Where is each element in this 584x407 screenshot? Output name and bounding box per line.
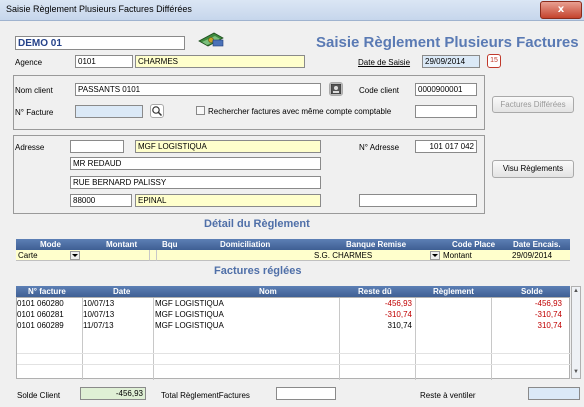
row-nom: MGF LOGISTIQUA: [155, 299, 224, 308]
row-reste: 310,74: [387, 321, 412, 330]
factures-col-nom[interactable]: Nom: [259, 287, 277, 296]
row-date: 10/07/13: [83, 310, 115, 319]
adresse-extra-field[interactable]: [359, 194, 477, 207]
adresse-name-field[interactable]: MGF LOGISTIQUA: [135, 140, 321, 153]
window-title: Saisie Règlement Plusieurs Factures Diff…: [6, 4, 192, 14]
agence-name-field[interactable]: CHARMES: [135, 55, 305, 68]
solde-client-field: -456,93: [80, 387, 146, 400]
payment-icon: [196, 31, 226, 49]
row-solde: -310,74: [534, 310, 562, 319]
detail-col-date-encais[interactable]: Date Encais.: [513, 240, 561, 249]
detail-col-bqu[interactable]: Bqu: [162, 240, 178, 249]
agence-label: Agence: [15, 58, 43, 67]
company-code-field[interactable]: DEMO 01: [15, 36, 185, 50]
adresse-line2-field[interactable]: RUE BERNARD PALISSY: [70, 176, 321, 189]
table-row[interactable]: 0101 060281 10/07/13 MGF LOGISTIQUA -310…: [16, 310, 570, 320]
chevron-down-icon: [72, 254, 78, 257]
code-client-label: Code client: [359, 86, 400, 95]
date-saisie-label: Date de Saisie: [358, 58, 411, 67]
page-title: Saisie Règlement Plusieurs Factures: [316, 34, 579, 51]
facture-field[interactable]: [75, 105, 143, 118]
search-icon: [152, 106, 163, 117]
date-saisie-field[interactable]: 29/09/2014: [422, 55, 480, 68]
table-scrollbar[interactable]: ▲ ▼: [571, 286, 581, 379]
adresse-numero-label: N° Adresse: [359, 143, 400, 152]
detail-col-code-place[interactable]: Code Place: [452, 240, 495, 249]
row-nom: MGF LOGISTIQUA: [155, 321, 224, 330]
factures-col-date[interactable]: Date: [113, 287, 130, 296]
agence-code-field[interactable]: 0101: [75, 55, 133, 68]
row-solde: 310,74: [537, 321, 562, 330]
total-reglement-field[interactable]: [276, 387, 336, 400]
total-reglement-label: Total RèglementFactures: [161, 391, 250, 400]
row-reste: -310,74: [384, 310, 412, 319]
detail-col-banque-remise[interactable]: Banque Remise: [346, 240, 406, 249]
detail-header: Mode Montant Bqu Domiciliation Banque Re…: [16, 239, 570, 250]
adresse-numero-field[interactable]: 101 017 042: [415, 140, 477, 153]
detail-divider: [156, 250, 157, 261]
nom-client-field[interactable]: PASSANTS 0101: [75, 83, 321, 96]
search-checkbox-label: Rechercher factures avec même compte com…: [208, 107, 392, 116]
row-date: 10/07/13: [83, 299, 115, 308]
client-card-icon: [330, 83, 342, 95]
window-titlebar: Saisie Règlement Plusieurs Factures Diff…: [0, 0, 584, 21]
factures-col-reglement[interactable]: Règlement: [433, 287, 474, 296]
adresse-line1-field[interactable]: MR REDAUD: [70, 157, 321, 170]
row-nom: MGF LOGISTIQUA: [155, 310, 224, 319]
detail-date-value[interactable]: 29/09/2014: [512, 251, 552, 260]
code-client-field[interactable]: 0000900001: [415, 83, 477, 96]
factures-header: N° facture Date Nom Reste dû Règlement S…: [16, 286, 570, 297]
adresse-postcode-field[interactable]: 88000: [70, 194, 132, 207]
row-date: 11/07/13: [83, 321, 114, 330]
factures-title: Factures réglées: [214, 265, 302, 277]
row-numero: 0101 060289: [17, 321, 64, 330]
calendar-icon: 15: [490, 57, 498, 64]
row-numero: 0101 060280: [17, 299, 64, 308]
nom-client-label: Nom client: [15, 86, 53, 95]
detail-title: Détail du Règlement: [204, 218, 310, 230]
row-divider: [17, 353, 571, 354]
table-row[interactable]: 0101 060280 10/07/13 MGF LOGISTIQUA -456…: [16, 299, 570, 309]
adresse-label: Adresse: [15, 143, 45, 152]
detail-col-domiciliation[interactable]: Domiciliation: [220, 240, 270, 249]
visu-reglements-button[interactable]: Visu Règlements: [492, 160, 574, 178]
solde-client-label: Solde Client: [17, 391, 61, 400]
detail-banque-value[interactable]: S.G. CHARMES: [314, 251, 372, 260]
factures-differees-button[interactable]: Factures Différées: [492, 96, 574, 113]
adresse-city-field[interactable]: EPINAL: [135, 194, 321, 207]
table-row[interactable]: 0101 060289 11/07/13 MGF LOGISTIQUA 310,…: [16, 321, 570, 331]
detail-divider: [149, 250, 150, 261]
close-button[interactable]: x: [540, 1, 582, 19]
calendar-button[interactable]: 15: [487, 54, 501, 68]
banque-dropdown-button[interactable]: [430, 251, 440, 260]
factures-col-reste[interactable]: Reste dû: [358, 287, 392, 296]
factures-col-numero[interactable]: N° facture: [28, 287, 66, 296]
reste-ventiler-field: [528, 387, 580, 400]
detail-col-montant[interactable]: Montant: [106, 240, 137, 249]
row-solde: -456,93: [534, 299, 562, 308]
row-reste: -456,93: [384, 299, 412, 308]
compte-field[interactable]: [415, 105, 477, 118]
reste-ventiler-label: Reste à ventiler: [420, 391, 476, 400]
client-card-button[interactable]: [329, 82, 343, 96]
adresse-short-field[interactable]: [70, 140, 124, 153]
detail-mode-value[interactable]: Carte: [18, 251, 38, 260]
search-facture-button[interactable]: [150, 104, 164, 118]
factures-col-solde[interactable]: Solde: [521, 287, 543, 296]
row-numero: 0101 060281: [17, 310, 64, 319]
facture-label: N° Facture: [15, 108, 54, 117]
chevron-down-icon: [432, 254, 438, 257]
row-divider: [17, 364, 571, 365]
mode-dropdown-button[interactable]: [70, 251, 80, 260]
scroll-up-icon[interactable]: ▲: [573, 288, 579, 294]
detail-col-mode[interactable]: Mode: [40, 240, 61, 249]
detail-code-place-value[interactable]: Montant: [443, 251, 472, 260]
detail-row: Carte S.G. CHARMES Montant 29/09/2014: [16, 250, 570, 261]
search-checkbox[interactable]: [196, 106, 205, 115]
scroll-down-icon[interactable]: ▼: [573, 369, 579, 375]
